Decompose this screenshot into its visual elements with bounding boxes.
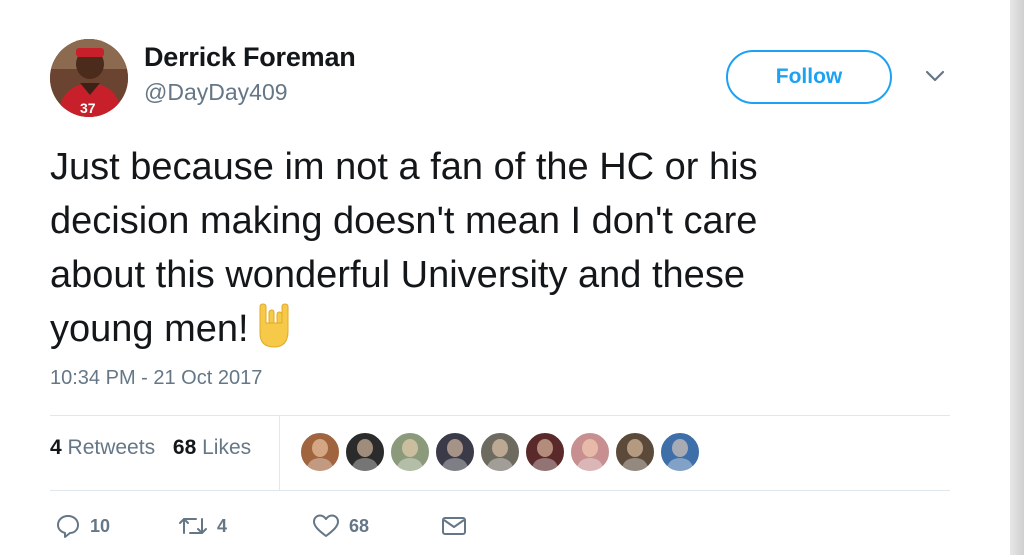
tweet-line: Just because im not a fan of the HC or h… [50, 146, 758, 188]
like-button[interactable]: 68 [312, 513, 369, 539]
tweet-line: decision making doesn't mean I don't car… [50, 200, 758, 242]
chevron-down-icon[interactable] [924, 68, 946, 84]
retweets-stat[interactable]: 4 Retweets [50, 436, 155, 459]
liker-avatar[interactable] [434, 431, 476, 473]
heart-icon [313, 514, 339, 537]
direct-message-button[interactable] [441, 513, 467, 539]
tweet-line: about this wonderful University and thes… [50, 254, 745, 296]
retweet-count: 4 [217, 515, 228, 536]
tweet-timestamp[interactable]: 10:34 PM - 21 Oct 2017 [50, 367, 262, 390]
tweet-stats: 4 Retweets 68 Likes [50, 436, 251, 460]
likes-count: 68 [172, 436, 197, 459]
tweet-line-last: young men! [50, 302, 950, 356]
retweet-icon [179, 518, 207, 534]
likes-label: Likes [202, 436, 252, 459]
liker-avatar[interactable] [344, 431, 386, 473]
like-count: 68 [349, 515, 370, 536]
author-handle[interactable]: @DayDay409 [144, 79, 288, 106]
divider [50, 490, 950, 491]
likes-stat[interactable]: 68 Likes [173, 436, 251, 459]
liker-avatar[interactable] [389, 431, 431, 473]
retweets-label: Retweets [67, 436, 156, 459]
author-name[interactable]: Derrick Foreman [144, 42, 356, 73]
liker-avatar[interactable] [659, 431, 701, 473]
divider [279, 415, 280, 490]
sign-of-the-horns-icon [259, 303, 289, 348]
liker-avatar[interactable] [614, 431, 656, 473]
tweet-text: Just because im not a fan of the HC or h… [50, 140, 950, 356]
liker-avatar[interactable] [299, 431, 341, 473]
liker-avatar[interactable] [569, 431, 611, 473]
svg-text:37: 37 [80, 100, 96, 116]
reply-button[interactable]: 10 [55, 513, 110, 539]
liker-avatar[interactable] [524, 431, 566, 473]
author-avatar[interactable]: 37 [50, 39, 128, 117]
tweet-line: young men! [50, 308, 249, 350]
reply-count: 10 [90, 515, 111, 536]
reply-icon [57, 515, 79, 538]
retweets-count: 4 [50, 436, 62, 459]
retweet-button[interactable]: 4 [178, 513, 227, 539]
envelope-icon [442, 517, 466, 535]
window-edge [1010, 0, 1024, 555]
follow-button[interactable]: Follow [726, 50, 892, 104]
divider [50, 415, 950, 416]
liker-avatar[interactable] [479, 431, 521, 473]
